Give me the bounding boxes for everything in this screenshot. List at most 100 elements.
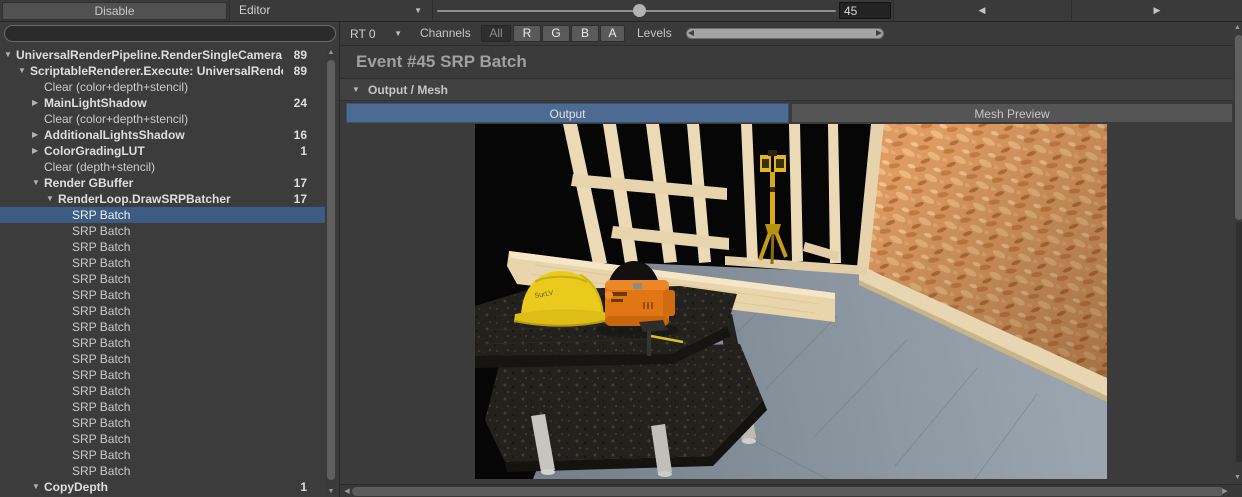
scroll-down-icon[interactable]: ▼	[325, 488, 337, 495]
tree-row-label: MainLightShadow	[44, 95, 283, 111]
horizontal-scrollbar[interactable]: ◀ ▶	[340, 484, 1242, 497]
tree-row[interactable]: SRP Batch	[0, 239, 325, 255]
tree-row-label: Clear (color+depth+stencil)	[44, 111, 283, 127]
levels-range-slider[interactable]	[686, 28, 884, 39]
event-slider[interactable]	[437, 0, 836, 21]
foldout-expanded-icon[interactable]: ▼	[352, 79, 360, 101]
tree-row-label: SRP Batch	[72, 399, 283, 415]
tree-row-label: Clear (depth+stencil)	[44, 159, 283, 175]
event-number-field[interactable]	[839, 2, 891, 19]
tree-row[interactable]: SRP Batch	[0, 303, 325, 319]
tree-row-label: SRP Batch	[72, 223, 283, 239]
tree-row-label: SRP Batch	[72, 287, 283, 303]
tree-row-label: SRP Batch	[72, 463, 283, 479]
tree-row-count: 16	[294, 127, 307, 143]
tree-row-label: SRP Batch	[72, 239, 283, 255]
tree-row-label: UniversalRenderPipeline.RenderSingleCame…	[16, 47, 283, 63]
tree-row[interactable]: SRP Batch	[0, 255, 325, 271]
tree-row[interactable]: SRP Batch	[0, 383, 325, 399]
chevron-down-icon: ▼	[414, 0, 422, 21]
channel-button-g[interactable]: G	[542, 25, 570, 42]
tree-row[interactable]: ▶ AdditionalLightsShadow 16	[0, 127, 325, 143]
disable-button[interactable]: Disable	[2, 2, 227, 20]
foldout-collapsed-icon[interactable]: ▶	[32, 95, 38, 111]
detail-scrollbar-track[interactable]	[1236, 222, 1242, 462]
tree-row-label: CopyDepth	[44, 479, 283, 495]
tree-row[interactable]: ▼CopyDepth 1	[0, 479, 325, 495]
tree-row[interactable]: SRP Batch	[0, 367, 325, 383]
tree-row[interactable]: SRP Batch	[0, 287, 325, 303]
scroll-down-icon[interactable]: ▼	[1233, 474, 1242, 481]
event-tree: ▼UniversalRenderPipeline.RenderSingleCam…	[0, 47, 340, 497]
prev-event-button[interactable]: ◀	[893, 0, 1070, 21]
channel-button-b[interactable]: B	[571, 25, 599, 42]
tab-output[interactable]: Output	[346, 103, 789, 123]
tree-row-label: Render GBuffer	[44, 175, 283, 191]
tree-row[interactable]: SRP Batch	[0, 415, 325, 431]
render-target-dropdown[interactable]: RT 0 ▼	[344, 24, 410, 44]
output-mesh-foldout[interactable]: ▼ Output / Mesh	[340, 78, 1233, 101]
tree-row[interactable]: ▼UniversalRenderPipeline.RenderSingleCam…	[0, 47, 325, 63]
scroll-right-icon[interactable]: ▶	[1220, 485, 1230, 497]
tree-row-label: SRP Batch	[72, 367, 283, 383]
scroll-up-icon[interactable]: ▲	[325, 49, 337, 56]
chevron-down-icon: ▼	[394, 24, 402, 44]
detail-scrollbar-thumb[interactable]	[1235, 35, 1242, 220]
tree-row[interactable]: ▶ MainLightShadow 24	[0, 95, 325, 111]
tab-mesh-preview[interactable]: Mesh Preview	[791, 103, 1233, 123]
tree-row-label: Clear (color+depth+stencil)	[44, 79, 283, 95]
tree-scrollbar-thumb[interactable]	[327, 60, 335, 480]
render-scene: SurLV	[475, 124, 1107, 479]
foldout-collapsed-icon[interactable]: ▶	[32, 127, 38, 143]
search-input[interactable]	[4, 25, 336, 42]
foldout-collapsed-icon[interactable]: ▶	[32, 143, 38, 159]
event-slider-thumb[interactable]	[633, 4, 646, 17]
tree-row-label: SRP Batch	[72, 431, 283, 447]
tree-row[interactable]: Clear (color+depth+stencil)	[0, 111, 325, 127]
tree-row[interactable]: SRP Batch	[0, 431, 325, 447]
frame-debugger-window: Disable Editor ▼ ◀ ▶ ▼UniversalRenderPip…	[0, 0, 1242, 497]
tree-row[interactable]: SRP Batch	[0, 223, 325, 239]
scroll-left-icon[interactable]: ◀	[342, 485, 352, 497]
tree-row[interactable]: SRP Batch	[0, 319, 325, 335]
levels-min-handle[interactable]	[688, 30, 694, 36]
levels-label: Levels	[637, 22, 672, 45]
tree-row[interactable]: ▼RenderLoop.DrawSRPBatcher17	[0, 191, 325, 207]
tree-row[interactable]: Clear (color+depth+stencil)	[0, 79, 325, 95]
tree-row-count: 89	[294, 47, 307, 63]
tree-row[interactable]: ▼Render GBuffer17	[0, 175, 325, 191]
tree-row-count: 1	[300, 479, 307, 495]
tree-row-label: SRP Batch	[72, 415, 283, 431]
tree-row-label: AdditionalLightsShadow	[44, 127, 283, 143]
editor-dropdown[interactable]: Editor ▼	[229, 0, 433, 21]
tree-row[interactable]: SRP Batch	[0, 271, 325, 287]
detail-scrollbar[interactable]: ▲ ▼	[1233, 22, 1242, 483]
foldout-expanded-icon[interactable]: ▼	[32, 175, 40, 191]
foldout-expanded-icon[interactable]: ▼	[4, 47, 12, 63]
tree-row[interactable]: SRP Batch	[0, 351, 325, 367]
horizontal-scrollbar-thumb[interactable]	[352, 487, 1224, 496]
tree-row-label: SRP Batch	[72, 319, 283, 335]
channel-button-a[interactable]: A	[600, 25, 625, 42]
tree-row[interactable]: SRP Batch	[0, 207, 325, 223]
tree-row-count: 24	[294, 95, 307, 111]
channel-button-r[interactable]: R	[513, 25, 541, 42]
tree-row[interactable]: ▼ScriptableRenderer.Execute: UniversalRe…	[0, 63, 325, 79]
scroll-up-icon[interactable]: ▲	[1233, 24, 1242, 31]
tree-row[interactable]: ▶ColorGradingLUT1	[0, 143, 325, 159]
tree-row-count: 89	[294, 63, 307, 79]
event-title: Event #45 SRP Batch	[356, 46, 1056, 77]
channel-button-all[interactable]: All	[481, 25, 511, 42]
foldout-expanded-icon[interactable]: ▼	[32, 479, 40, 495]
tree-row[interactable]: SRP Batch	[0, 399, 325, 415]
tree-row[interactable]: SRP Batch	[0, 463, 325, 479]
next-event-button[interactable]: ▶	[1071, 0, 1242, 21]
tree-row[interactable]: SRP Batch	[0, 447, 325, 463]
tree-row[interactable]: Clear (depth+stencil)	[0, 159, 325, 175]
tree-scrollbar[interactable]: ▲ ▼	[325, 49, 337, 495]
levels-max-handle[interactable]	[876, 30, 882, 36]
foldout-expanded-icon[interactable]: ▼	[46, 191, 54, 207]
tree-row-label: SRP Batch	[72, 447, 283, 463]
tree-row[interactable]: SRP Batch	[0, 335, 325, 351]
foldout-expanded-icon[interactable]: ▼	[18, 63, 26, 79]
